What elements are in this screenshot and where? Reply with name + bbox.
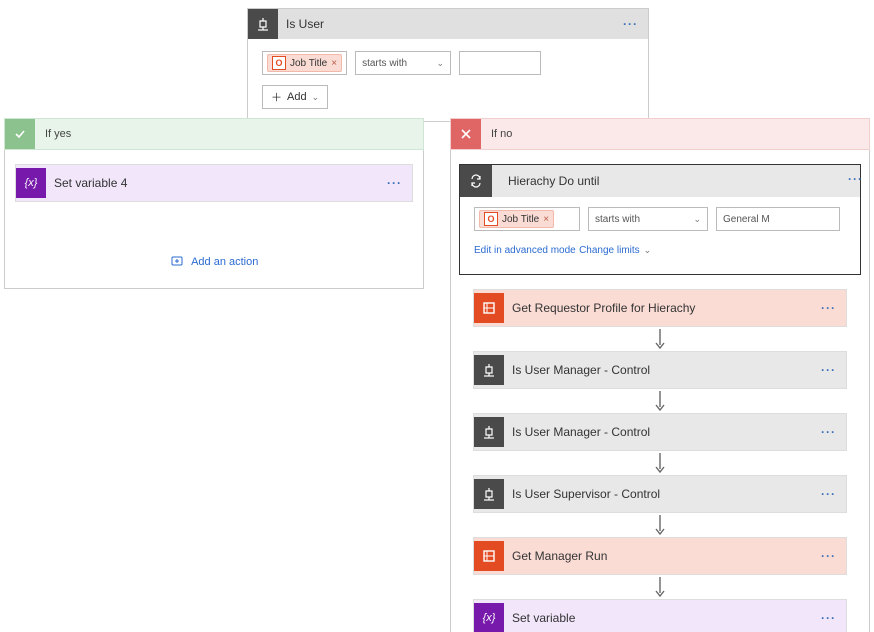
step-manager-ctrl-2[interactable]: Is User Manager - Control··· (473, 413, 847, 451)
do-until-card: Hierachy Do until O Job Title × (459, 164, 861, 275)
add-label: Add (287, 91, 307, 103)
flow-arrow (473, 389, 847, 413)
loop-icon (460, 165, 492, 197)
loop-value: General M (723, 214, 770, 225)
loop-field-box[interactable]: O Job Title × (474, 207, 580, 231)
set-variable-action[interactable]: {x} Set variable 4 ··· (15, 164, 413, 202)
condition-menu[interactable]: ··· (613, 17, 648, 31)
condition-title: Is User (278, 17, 613, 31)
plus-icon: ＋ (271, 89, 282, 105)
add-condition-button[interactable]: ＋ Add ⌄ (262, 85, 328, 109)
chevron-down-icon: ⌄ (693, 214, 701, 225)
top-condition-header[interactable]: Is User ··· (248, 9, 648, 39)
remove-token-icon[interactable]: × (543, 214, 549, 225)
step-title: Set variable (504, 611, 811, 625)
if-no-label: If no (481, 128, 512, 140)
operator-label: starts with (362, 58, 407, 69)
action-menu[interactable]: ··· (377, 176, 412, 190)
step-title: Is User Manager - Control (504, 363, 811, 377)
chevron-down-icon: ⌄ (644, 245, 652, 256)
remove-token-icon[interactable]: × (331, 58, 337, 69)
job-title-token[interactable]: O Job Title × (479, 210, 554, 228)
close-icon (451, 119, 481, 149)
office-icon (474, 541, 504, 571)
step-supervisor[interactable]: Is User Supervisor - Control··· (473, 475, 847, 513)
top-condition-card: Is User ··· O Job Title × starts with ⌄ … (247, 8, 649, 122)
step-menu[interactable]: ··· (811, 301, 846, 315)
loop-operator-select[interactable]: starts with ⌄ (588, 207, 708, 231)
field-token-box[interactable]: O Job Title × (262, 51, 347, 75)
office-icon: O (272, 56, 286, 70)
step-title: Is User Manager - Control (504, 425, 811, 439)
value-input[interactable] (459, 51, 541, 75)
if-yes-branch: If yes {x} Set variable 4 ··· Add an act… (4, 118, 424, 632)
step-menu[interactable]: ··· (811, 425, 846, 439)
do-until-header[interactable]: Hierachy Do until (460, 165, 860, 197)
loop-title: Hierachy Do until (492, 174, 860, 188)
job-title-label: Job Title (502, 214, 539, 225)
step-set-var[interactable]: {x}Set variable··· (473, 599, 847, 632)
step-menu[interactable]: ··· (811, 611, 846, 625)
add-action-link[interactable]: Add an action (15, 254, 413, 268)
office-icon (474, 293, 504, 323)
step-get-requestor[interactable]: Get Requestor Profile for Hierachy··· (473, 289, 847, 327)
change-limits-link[interactable]: Change limits ⌄ (579, 245, 651, 256)
variable-icon: {x} (16, 168, 46, 198)
flow-arrow (473, 575, 847, 599)
step-manager-ctrl-1[interactable]: Is User Manager - Control··· (473, 351, 847, 389)
job-title-token[interactable]: O Job Title × (267, 54, 342, 72)
if-yes-header[interactable]: If yes (4, 118, 424, 150)
condition-icon (474, 417, 504, 447)
step-title: Get Manager Run (504, 549, 811, 563)
if-no-branch: If no Hierachy Do until (450, 118, 870, 632)
flow-arrow (473, 513, 847, 537)
variable-icon: {x} (474, 603, 504, 632)
step-get-manager[interactable]: Get Manager Run··· (473, 537, 847, 575)
loop-value-input[interactable]: General M (716, 207, 840, 231)
flow-arrow (473, 327, 847, 351)
operator-label: starts with (595, 214, 640, 225)
step-menu[interactable]: ··· (811, 487, 846, 501)
condition-expression: O Job Title × starts with ⌄ (248, 39, 648, 85)
add-action-label: Add an action (191, 256, 258, 268)
chevron-down-icon: ⌄ (312, 92, 320, 103)
condition-icon (248, 9, 278, 39)
chevron-down-icon: ⌄ (437, 58, 445, 69)
condition-icon (474, 479, 504, 509)
operator-select[interactable]: starts with ⌄ (355, 51, 451, 75)
loop-condition: O Job Title × starts with ⌄ (474, 207, 846, 231)
flow-arrow (473, 451, 847, 475)
if-yes-label: If yes (35, 128, 71, 140)
step-menu[interactable]: ··· (811, 549, 846, 563)
condition-icon (474, 355, 504, 385)
step-menu[interactable]: ··· (811, 363, 846, 377)
if-no-header[interactable]: If no (450, 118, 870, 150)
check-icon (5, 119, 35, 149)
office-icon: O (484, 212, 498, 226)
loop-menu[interactable]: ··· (848, 172, 863, 186)
step-title: Get Requestor Profile for Hierachy (504, 301, 811, 315)
step-title: Is User Supervisor - Control (504, 487, 811, 501)
edit-advanced-link[interactable]: Edit in advanced mode (474, 245, 576, 256)
action-title: Set variable 4 (46, 176, 377, 190)
job-title-label: Job Title (290, 58, 327, 69)
